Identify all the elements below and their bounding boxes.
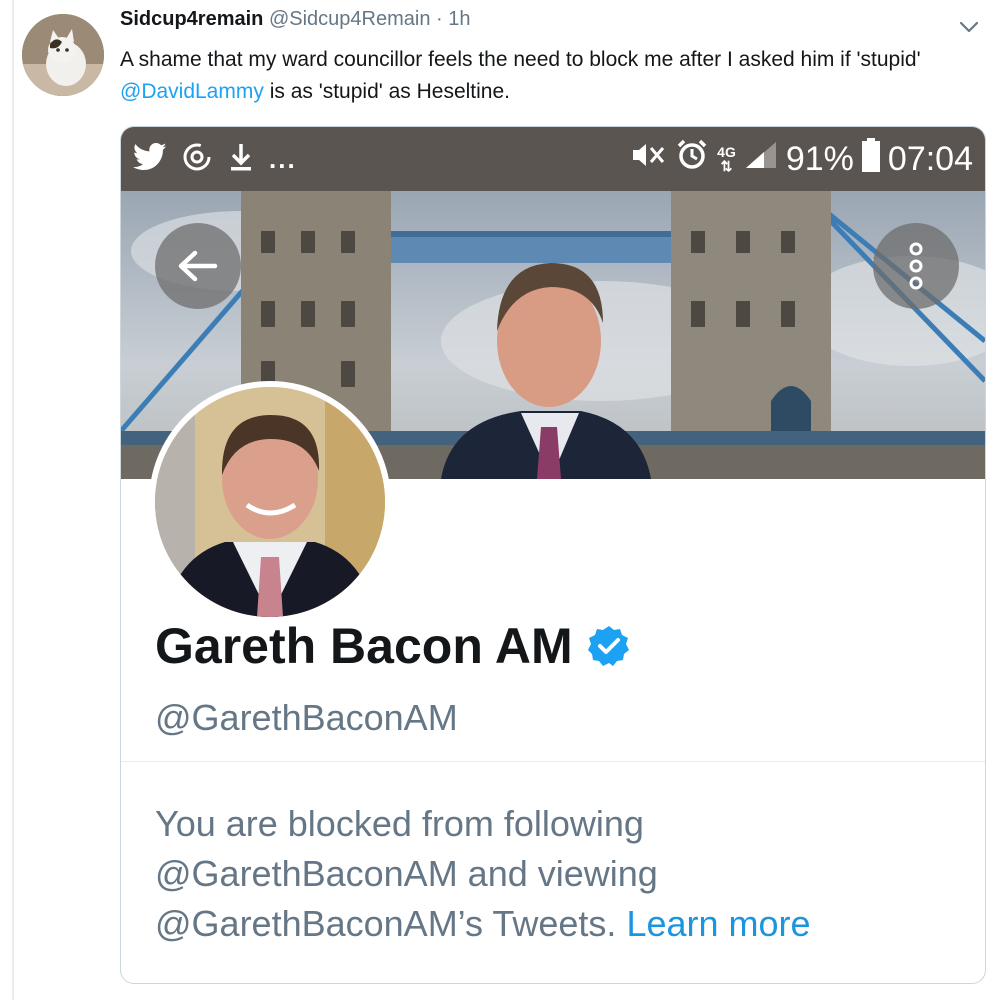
battery-percent: 91% [785,139,854,178]
tweet-text: A shame that my ward councillor feels th… [120,44,980,108]
mention-link[interactable]: @DavidLammy [120,80,264,103]
back-button[interactable] [155,223,241,309]
more-vertical-icon [909,242,923,290]
blocked-message: You are blocked from following @GarethBa… [155,799,975,949]
sync-icon [181,141,213,178]
separator: · [436,8,443,30]
tweet-header: Sidcup4remain @Sidcup4Remain · 1h [120,8,471,31]
blocked-line-2: @GarethBaconAM and viewing [155,853,658,894]
phone-status-bar: ... 4G ⇅ 91% 07:04 [121,127,985,191]
blocked-line-3-row: @GarethBaconAM’s Tweets. Learn more [155,899,975,949]
tweet-text-part: is as 'stupid' as Heseltine. [263,80,510,103]
more-options-button[interactable] [873,223,959,309]
section-divider [121,761,985,762]
blocked-line-1: You are blocked from following [155,803,644,844]
status-time: 07:04 [887,139,973,178]
status-more: ... [269,143,297,174]
timeline-divider [12,0,14,1000]
alarm-icon [675,138,709,181]
author-handle[interactable]: @Sidcup4Remain [269,8,431,30]
chevron-down-icon[interactable] [956,14,982,40]
download-icon [227,141,255,178]
signal-icon [744,140,778,179]
learn-more-link[interactable]: Learn more [626,903,810,944]
status-left-icons: ... [133,141,297,177]
arrow-left-icon [178,250,218,282]
network-label: 4G [717,144,736,160]
twitter-icon [133,142,167,177]
profile-handle: @GarethBaconAM [155,697,458,738]
status-right-icons: 4G ⇅ 91% 07:04 [629,137,973,181]
profile-name: Gareth Bacon AM [155,618,573,674]
author-avatar[interactable] [22,14,104,96]
tweet-text-part: A shame that my ward councillor feels th… [120,48,921,71]
profile-avatar[interactable] [149,381,391,623]
battery-icon [861,137,880,181]
profile-name-row: Gareth Bacon AM [155,617,631,675]
tweet-time[interactable]: 1h [448,8,470,30]
author-name[interactable]: Sidcup4remain [120,8,263,30]
network-type: 4G ⇅ [717,144,736,174]
verified-badge-icon [587,626,629,666]
blocked-line-3: @GarethBaconAM’s Tweets. [155,903,617,944]
mute-vibrate-icon [629,139,667,180]
embedded-screenshot[interactable]: ... 4G ⇅ 91% 07:04 Gareth Bacon AM @Gare… [120,126,986,984]
